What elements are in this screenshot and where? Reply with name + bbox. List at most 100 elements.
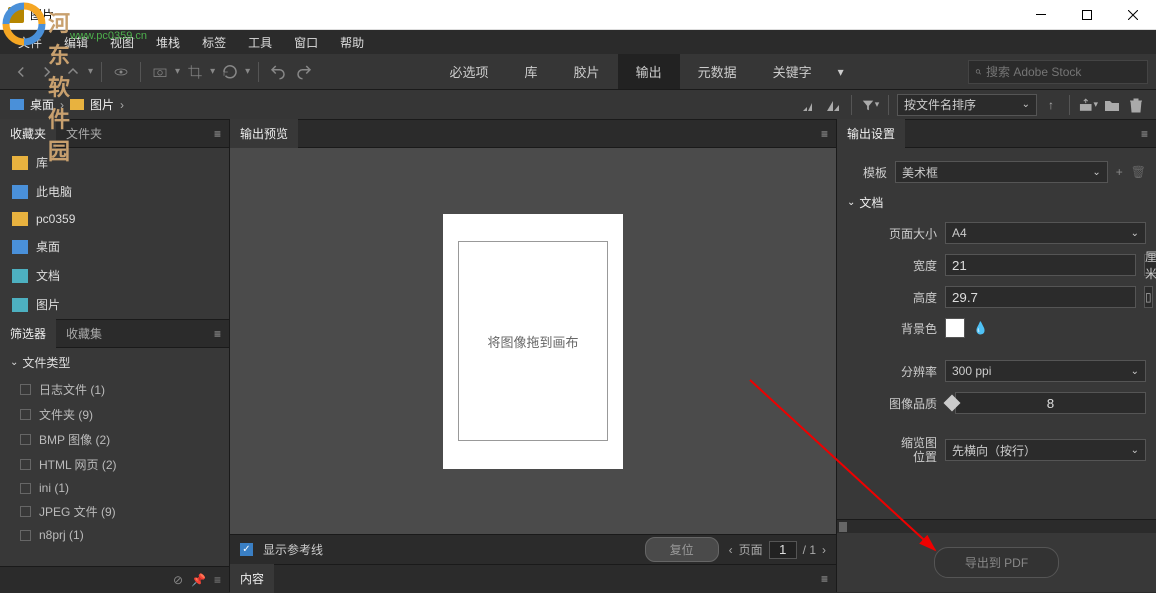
checkbox-icon[interactable] <box>20 506 31 517</box>
menu-tools[interactable]: 工具 <box>240 32 280 53</box>
scrollbar[interactable] <box>837 519 1156 533</box>
favorite-item[interactable]: 此电脑 <box>0 177 229 206</box>
menu-label[interactable]: 标签 <box>194 32 234 53</box>
tab-output-settings[interactable]: 输出设置 <box>837 119 905 148</box>
reset-button[interactable]: 复位 <box>645 537 719 562</box>
import-icon[interactable]: ▾ <box>1078 95 1098 115</box>
menu-edit[interactable]: 编辑 <box>56 32 96 53</box>
camera-icon[interactable] <box>149 61 171 83</box>
width-input[interactable] <box>945 254 1136 276</box>
checkbox-icon[interactable] <box>20 483 31 494</box>
page-size-dropdown[interactable]: A4⌄ <box>945 222 1146 244</box>
checkbox-icon[interactable] <box>20 409 31 420</box>
template-dropdown[interactable]: 美术框⌄ <box>895 161 1108 183</box>
workspace-keywords[interactable]: 关键字 <box>755 54 830 89</box>
folder-icon <box>70 99 84 110</box>
tab-folders[interactable]: 文件夹 <box>56 119 112 148</box>
export-pdf-button[interactable]: 导出到 PDF <box>934 547 1059 578</box>
panel-menu-icon[interactable]: ≡ <box>214 573 221 587</box>
pin-icon[interactable]: 📌 <box>191 573 206 587</box>
sort-dropdown[interactable]: 按文件名排序 ⌄ <box>897 94 1037 116</box>
favorite-item[interactable]: pc0359 <box>0 206 229 232</box>
back-icon[interactable] <box>10 61 32 83</box>
menu-help[interactable]: 帮助 <box>332 32 372 53</box>
add-icon[interactable]: + <box>1116 165 1123 179</box>
tab-filter[interactable]: 筛选器 <box>0 319 56 348</box>
filter-item[interactable]: 文件夹 (9) <box>0 402 229 427</box>
filter-ramp2-icon[interactable] <box>823 95 843 115</box>
portrait-icon[interactable]: ▯ <box>1144 286 1153 308</box>
reveal-icon[interactable] <box>110 61 132 83</box>
close-button[interactable] <box>1110 0 1156 30</box>
favorite-item[interactable]: 库 <box>0 148 229 177</box>
workspace-essentials[interactable]: 必选项 <box>432 54 507 89</box>
tab-content[interactable]: 内容 <box>230 564 274 593</box>
unit-dropdown[interactable]: 厘米 <box>1144 254 1156 276</box>
filter-item[interactable]: n8prj (1) <box>0 524 229 546</box>
checkbox-icon[interactable] <box>20 384 31 395</box>
panel-menu-icon[interactable]: ≡ <box>206 327 229 341</box>
minimize-button[interactable] <box>1018 0 1064 30</box>
workspace-library[interactable]: 库 <box>507 54 556 89</box>
filter-ramp-icon[interactable] <box>799 95 819 115</box>
trash-icon[interactable]: 🗑 <box>1131 165 1146 179</box>
path-segment[interactable]: 桌面 <box>30 96 54 113</box>
workspace-output[interactable]: 输出 <box>618 54 680 89</box>
canvas-dropzone[interactable]: 将图像拖到画布 <box>458 241 608 441</box>
new-folder-icon[interactable] <box>1102 95 1122 115</box>
forward-icon[interactable] <box>36 61 58 83</box>
favorite-item[interactable]: 文档 <box>0 261 229 290</box>
favorite-item[interactable]: 桌面 <box>0 232 229 261</box>
height-input[interactable] <box>945 286 1136 308</box>
guides-checkbox[interactable]: ✓ <box>240 543 253 556</box>
eyedropper-icon[interactable]: 💧 <box>973 321 988 335</box>
checkbox-icon[interactable] <box>20 530 31 541</box>
favorite-item[interactable]: 图片 <box>0 290 229 319</box>
tab-output-preview[interactable]: 输出预览 <box>230 119 298 148</box>
maximize-button[interactable] <box>1064 0 1110 30</box>
resolution-dropdown[interactable]: 300 ppi⌄ <box>945 360 1146 382</box>
filter-item[interactable]: HTML 网页 (2) <box>0 452 229 477</box>
panel-menu-icon[interactable]: ≡ <box>813 127 836 141</box>
filter-item[interactable]: JPEG 文件 (9) <box>0 499 229 524</box>
preview-canvas[interactable]: 将图像拖到画布 <box>230 148 836 534</box>
filter-item[interactable]: BMP 图像 (2) <box>0 427 229 452</box>
filter-item[interactable]: 日志文件 (1) <box>0 377 229 402</box>
rotate-ccw-icon[interactable] <box>219 61 241 83</box>
workspace-chevron-icon[interactable]: ▾ <box>830 61 852 83</box>
page-prev-icon[interactable]: ‹ <box>729 543 733 557</box>
checkbox-icon[interactable] <box>20 434 31 445</box>
checkbox-icon[interactable] <box>20 459 31 470</box>
cancel-icon[interactable]: ⊘ <box>173 573 183 587</box>
panel-menu-icon[interactable]: ≡ <box>206 127 229 141</box>
tab-favorites[interactable]: 收藏夹 <box>0 119 56 148</box>
menu-view[interactable]: 视图 <box>102 32 142 53</box>
filter-section-header[interactable]: ⌄文件类型 <box>0 348 229 377</box>
thumb-dropdown[interactable]: 先横向（按行）⌄ <box>945 439 1146 461</box>
up-icon[interactable] <box>62 61 84 83</box>
search-box[interactable] <box>968 60 1148 84</box>
tab-collection[interactable]: 收藏集 <box>56 319 112 348</box>
workspace-metadata[interactable]: 元数据 <box>680 54 755 89</box>
crop-icon[interactable] <box>184 61 206 83</box>
funnel-icon[interactable]: ▾ <box>860 95 880 115</box>
sort-asc-icon[interactable]: ↑ <box>1041 95 1061 115</box>
doc-section-header[interactable]: ⌄文档 <box>837 188 1156 217</box>
menu-stack[interactable]: 堆栈 <box>148 32 188 53</box>
path-segment[interactable]: 图片 <box>90 96 114 113</box>
panel-menu-icon[interactable]: ≡ <box>813 572 836 586</box>
panel-menu-icon[interactable]: ≡ <box>1133 127 1156 141</box>
search-input[interactable] <box>986 65 1141 79</box>
workspace-filmstrip[interactable]: 胶片 <box>556 54 618 89</box>
quality-value[interactable] <box>955 392 1146 414</box>
page-next-icon[interactable]: › <box>822 543 826 557</box>
filter-item[interactable]: ini (1) <box>0 477 229 499</box>
trash-icon[interactable] <box>1126 95 1146 115</box>
page-input[interactable] <box>769 541 797 559</box>
rotate-right-icon[interactable] <box>293 61 315 83</box>
rotate-left-icon[interactable] <box>267 61 289 83</box>
bg-color-swatch[interactable] <box>945 318 965 338</box>
menu-window[interactable]: 窗口 <box>286 32 326 53</box>
menu-file[interactable]: 文件 <box>10 32 50 53</box>
quality-slider[interactable] <box>945 401 947 405</box>
